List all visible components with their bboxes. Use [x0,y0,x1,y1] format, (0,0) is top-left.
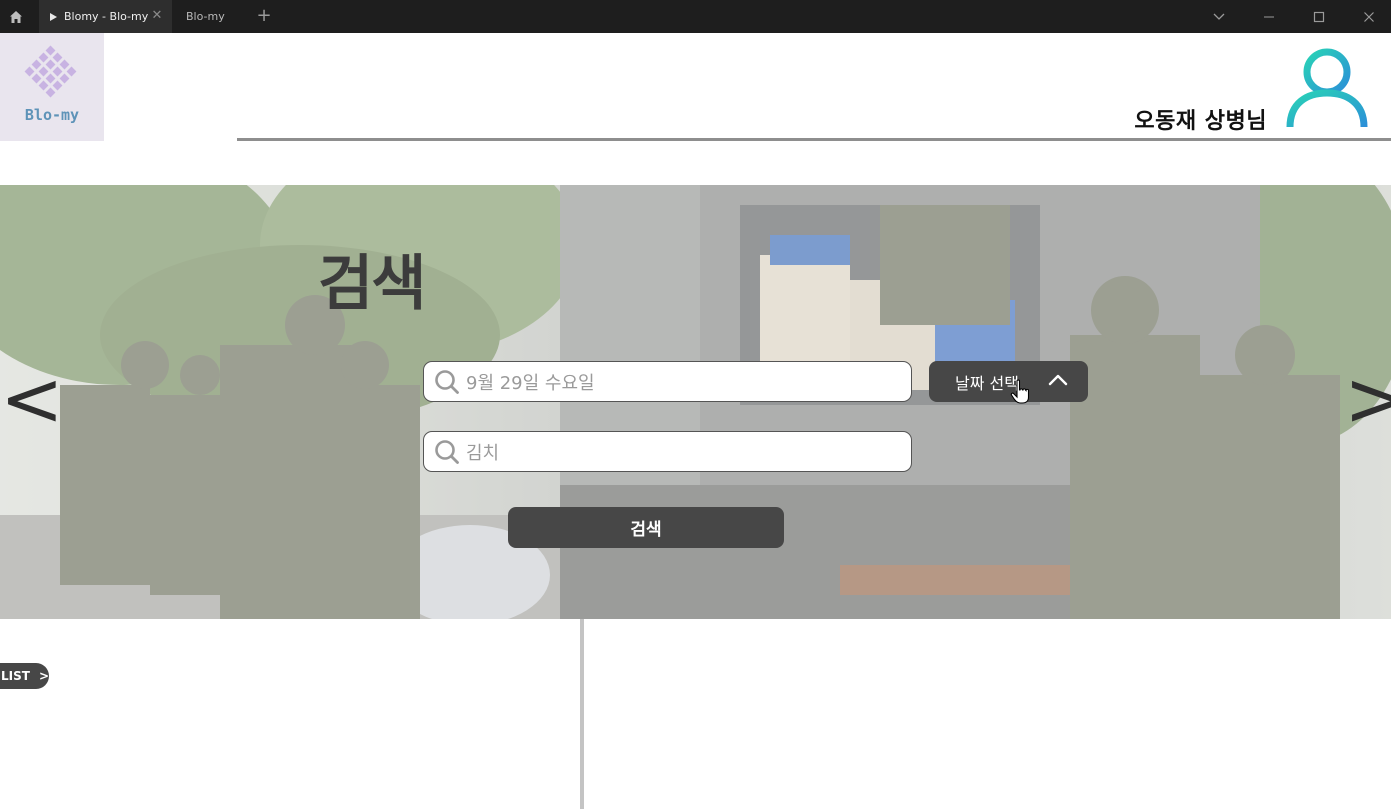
search-icon [435,369,459,394]
tab-title: Blo-my [186,10,225,23]
list-tab-label: LIST [1,669,30,683]
user-name: 오동재 상병님 [1134,109,1267,134]
maximize-icon[interactable] [1294,0,1344,33]
prev-slide-arrow[interactable]: < [0,361,64,437]
diamond-pattern-icon [24,45,77,98]
tab-blomy-inactive[interactable]: Blo-my [176,0,266,33]
list-toggle-button[interactable]: LIST > [0,663,49,689]
site-logo[interactable]: Blo-my [0,33,104,141]
food-field-placeholder: 김치 [466,442,500,464]
date-field-placeholder: 9월 29일 수요일 [466,372,595,394]
search-button[interactable]: 검색 [508,507,784,548]
play-icon [50,12,57,21]
header-divider [237,138,1391,141]
date-select-button[interactable]: 날짜 선택 [929,361,1088,402]
home-icon[interactable] [0,0,32,33]
close-tab-icon[interactable]: ✕ [150,9,164,23]
browser-tab-bar: Blomy - Blo-my ✕ Blo-my + [0,0,1391,33]
tab-blomy-active[interactable]: Blomy - Blo-my ✕ [39,0,172,33]
next-slide-arrow[interactable]: > [1344,361,1391,437]
search-icon [435,439,459,464]
hero-banner: 검색 < > 9월 29일 수요일 날짜 선택 김치 검색 [0,185,1391,619]
minimize-icon[interactable] [1244,0,1294,33]
window-close-icon[interactable] [1344,0,1391,33]
logo-text: Blo-my [24,106,80,124]
column-divider [580,619,584,809]
new-tab-button[interactable]: + [254,6,274,26]
date-search-field[interactable]: 9월 29일 수요일 [423,361,912,402]
hero-overlay [0,185,1391,619]
tab-title: Blomy - Blo-my [64,10,149,23]
hand-cursor-icon [1010,379,1030,404]
tab-list-chevron-icon[interactable] [1194,0,1244,33]
page-title: 검색 [318,249,426,319]
food-search-field[interactable]: 김치 [423,431,912,472]
user-avatar-icon[interactable] [1285,45,1369,129]
chevron-up-icon [1048,374,1068,386]
chevron-right-icon: > [38,669,50,683]
